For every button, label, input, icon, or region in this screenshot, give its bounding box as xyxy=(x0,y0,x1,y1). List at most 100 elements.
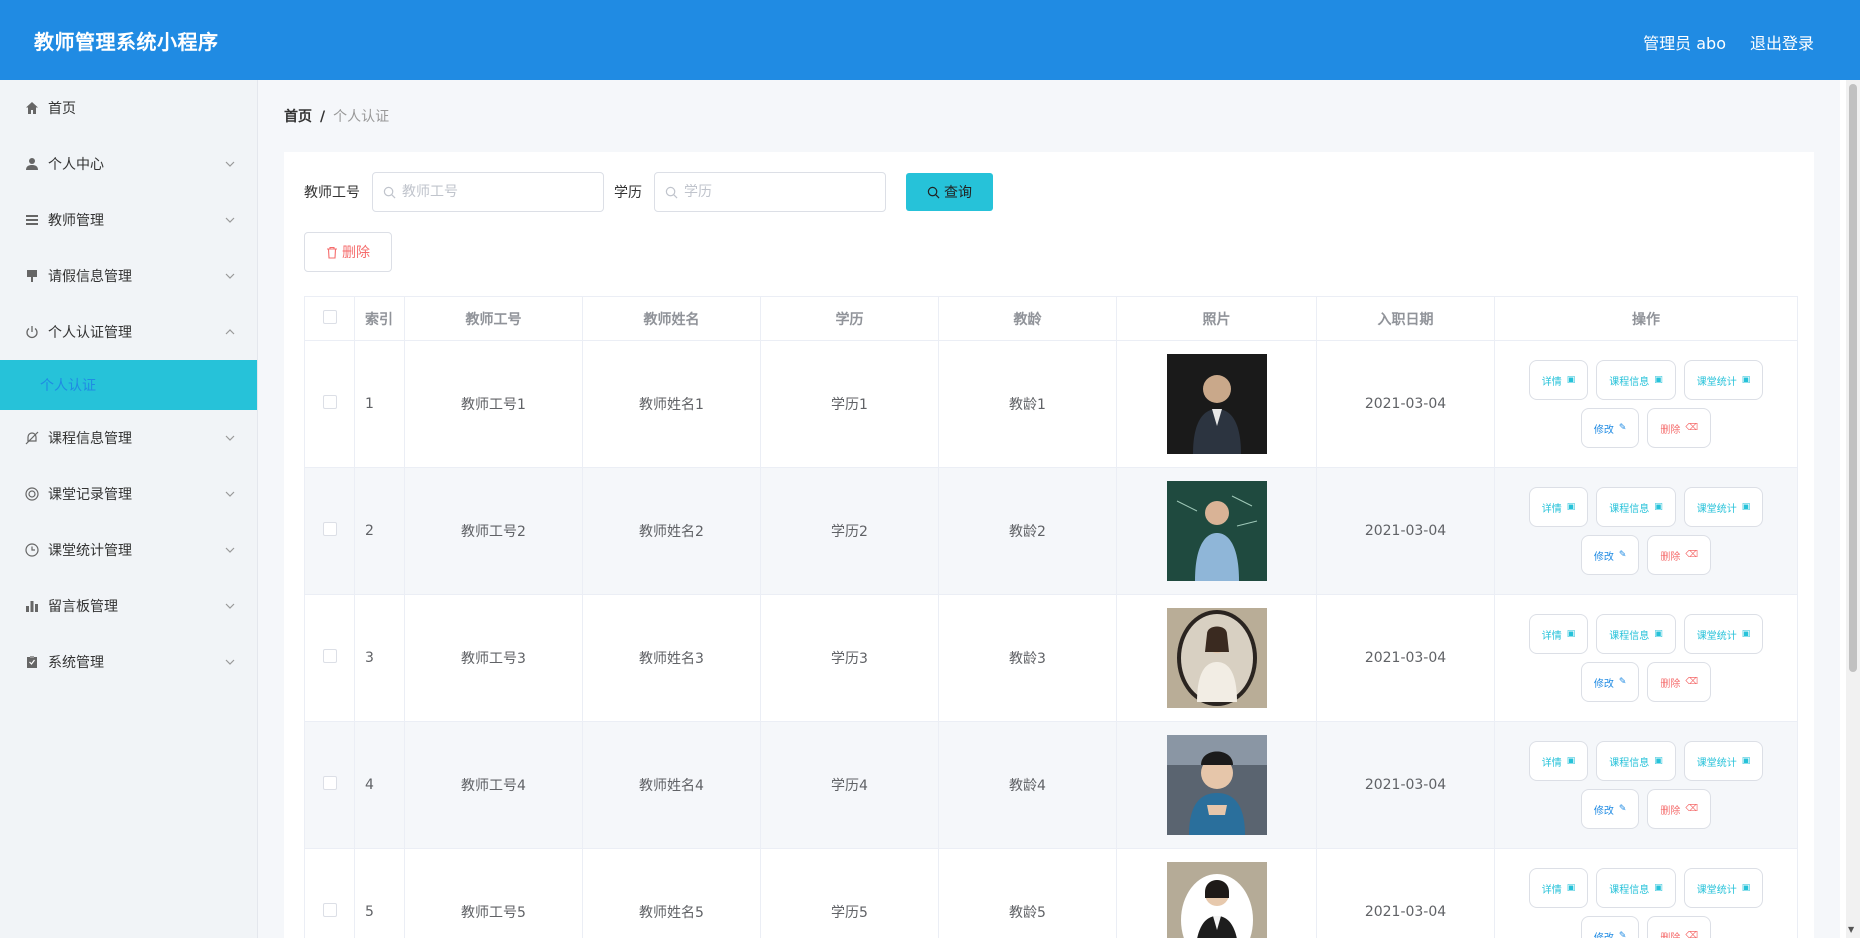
delete-button[interactable]: 删除 ⌫ xyxy=(1647,408,1712,448)
delete-button[interactable]: 删除 ⌫ xyxy=(1647,916,1712,938)
sidebar-item-class-record[interactable]: 课堂记录管理 xyxy=(0,466,257,522)
edit-button[interactable]: 修改 ✎ xyxy=(1580,408,1640,448)
cell-teacher-id: 教师工号4 xyxy=(404,721,583,849)
batch-delete-label: 删除 xyxy=(342,244,370,260)
detail-button[interactable]: 详情 ▣ xyxy=(1528,868,1589,908)
cell-teaching-age: 教龄2 xyxy=(938,467,1117,595)
scrollbar-thumb[interactable] xyxy=(1849,84,1857,672)
cell-education: 学历4 xyxy=(760,721,939,849)
course-info-button[interactable]: 课程信息 ▣ xyxy=(1596,741,1676,781)
sidebar-item-personal-center[interactable]: 个人中心 xyxy=(0,136,257,192)
cell-actions: 详情 ▣ 课程信息 ▣ 课堂统计 ▣ 修改 ✎ 删除 ⌫ xyxy=(1494,848,1798,938)
edit-button[interactable]: 修改 ✎ xyxy=(1580,789,1640,829)
course-info-button[interactable]: 课程信息 ▣ xyxy=(1596,487,1676,527)
sidebar-subitem-personal-auth[interactable]: 个人认证 xyxy=(0,360,257,410)
course-info-button[interactable]: 课程信息 ▣ xyxy=(1596,614,1676,654)
cell-index: 5 xyxy=(354,848,405,938)
delete-button[interactable]: 删除 ⌫ xyxy=(1647,662,1712,702)
course-info-button[interactable]: 课程信息 ▣ xyxy=(1596,868,1676,908)
query-button[interactable]: 查询 xyxy=(906,173,993,211)
col-header-teacher-id: 教师工号 xyxy=(404,296,583,341)
sidebar-item-message-board[interactable]: 留言板管理 xyxy=(0,578,257,634)
detail-button[interactable]: 详情 ▣ xyxy=(1528,487,1589,527)
detail-label: 详情 xyxy=(1541,884,1562,896)
cell-teacher-id: 教师工号2 xyxy=(404,467,583,595)
page-scrollbar[interactable]: ▼ xyxy=(1846,80,1860,938)
chevron-up-icon xyxy=(225,324,235,340)
batch-delete-button[interactable]: 删除 xyxy=(304,232,392,272)
sidebar-item-auth[interactable]: 个人认证管理 xyxy=(0,304,257,360)
document-icon: ▣ xyxy=(1566,375,1576,385)
sidebar-item-label: 请假信息管理 xyxy=(48,269,132,285)
logout-button[interactable]: 退出登录 xyxy=(1750,30,1814,54)
col-header-education: 学历 xyxy=(760,296,939,341)
detail-button[interactable]: 详情 ▣ xyxy=(1528,614,1589,654)
sidebar-item-system[interactable]: 系统管理 xyxy=(0,634,257,690)
detail-button[interactable]: 详情 ▣ xyxy=(1528,741,1589,781)
cell-actions: 详情 ▣ 课程信息 ▣ 课堂统计 ▣ 修改 ✎ 删除 ⌫ xyxy=(1494,594,1798,722)
chevron-down-icon xyxy=(225,654,235,670)
cell-photo xyxy=(1116,594,1317,722)
cell-teacher-name: 教师姓名2 xyxy=(582,467,761,595)
class-stats-button[interactable]: 课堂统计 ▣ xyxy=(1683,614,1764,654)
cell-photo xyxy=(1116,721,1317,849)
document-icon: ▣ xyxy=(1566,883,1576,893)
delete-button[interactable]: 删除 ⌫ xyxy=(1647,789,1712,829)
current-user: 管理员 abo xyxy=(1643,34,1726,53)
row-checkbox[interactable] xyxy=(322,395,337,409)
class-stats-button[interactable]: 课堂统计 ▣ xyxy=(1683,487,1764,527)
detail-label: 详情 xyxy=(1541,503,1562,515)
row-checkbox[interactable] xyxy=(322,776,337,790)
edit-button[interactable]: 修改 ✎ xyxy=(1580,535,1640,575)
select-all-checkbox[interactable] xyxy=(322,309,337,324)
delete-label: 删除 xyxy=(1660,678,1681,690)
delete-label: 删除 xyxy=(1660,424,1681,436)
education-input[interactable] xyxy=(684,184,874,200)
detail-button[interactable]: 详情 ▣ xyxy=(1528,360,1589,400)
detail-label: 详情 xyxy=(1541,376,1562,388)
delete-button[interactable]: 删除 ⌫ xyxy=(1647,535,1712,575)
sidebar-item-label: 课堂统计管理 xyxy=(48,543,132,559)
sidebar-item-home[interactable]: 首页 xyxy=(0,80,257,136)
trash-icon: ⌫ xyxy=(1685,804,1699,814)
document-icon: ▣ xyxy=(1654,629,1663,639)
row-checkbox[interactable] xyxy=(322,522,337,536)
row-select-cell xyxy=(304,848,355,938)
sidebar-item-label: 留言板管理 xyxy=(48,599,118,615)
row-checkbox[interactable] xyxy=(322,903,337,917)
col-header-teacher-name: 教师姓名 xyxy=(582,296,761,341)
sidebar-item-leave[interactable]: 请假信息管理 xyxy=(0,248,257,304)
class-stats-label: 课堂统计 xyxy=(1696,630,1737,642)
content-panel: 教师工号 学历 查询 删除 索引 xyxy=(284,152,1814,938)
teacher-id-input[interactable] xyxy=(402,184,592,200)
teacher-id-field[interactable] xyxy=(372,172,604,212)
course-info-button[interactable]: 课程信息 ▣ xyxy=(1596,360,1676,400)
edit-button[interactable]: 修改 ✎ xyxy=(1580,916,1640,938)
row-checkbox[interactable] xyxy=(322,649,337,663)
app-title: 教师管理系统小程序 xyxy=(34,30,219,54)
class-stats-button[interactable]: 课堂统计 ▣ xyxy=(1683,868,1764,908)
edit-button[interactable]: 修改 ✎ xyxy=(1580,662,1640,702)
class-stats-button[interactable]: 课堂统计 ▣ xyxy=(1683,741,1764,781)
cell-actions: 详情 ▣ 课程信息 ▣ 课堂统计 ▣ 修改 ✎ 删除 ⌫ xyxy=(1494,340,1798,468)
document-icon: ▣ xyxy=(1654,502,1663,512)
sidebar-item-course[interactable]: 课程信息管理 xyxy=(0,410,257,466)
clock-icon xyxy=(24,542,40,558)
chevron-down-icon xyxy=(225,542,235,558)
teacher-photo xyxy=(1166,481,1267,581)
edit-label: 修改 xyxy=(1593,805,1614,817)
sidebar-item-class-stats[interactable]: 课堂统计管理 xyxy=(0,522,257,578)
education-field[interactable] xyxy=(654,172,886,212)
main-content: 首页 / 个人认证 教师工号 学历 查询 删除 xyxy=(258,80,1840,938)
cell-education: 学历3 xyxy=(760,594,939,722)
course-info-label: 课程信息 xyxy=(1609,884,1650,896)
document-icon: ▣ xyxy=(1741,502,1751,512)
breadcrumb-home[interactable]: 首页 xyxy=(284,109,312,125)
class-stats-button[interactable]: 课堂统计 ▣ xyxy=(1683,360,1764,400)
scroll-down-arrow-icon[interactable]: ▼ xyxy=(1848,925,1854,934)
cell-index: 3 xyxy=(354,594,405,722)
chevron-down-icon xyxy=(225,268,235,284)
sidebar-item-teacher[interactable]: 教师管理 xyxy=(0,192,257,248)
col-header-entry-date: 入职日期 xyxy=(1316,296,1495,341)
chevron-down-icon xyxy=(225,430,235,446)
